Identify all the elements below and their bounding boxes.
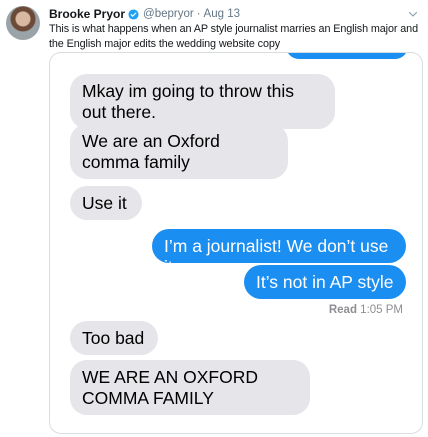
display-name[interactable]: Brooke Pryor [49, 7, 125, 21]
chevron-down-icon[interactable] [407, 8, 419, 20]
verified-badge-icon [128, 8, 139, 20]
message-bubble-received: Use it [70, 186, 142, 220]
read-time: 1:05 PM [360, 304, 403, 316]
message-bubble-received: Too bad [70, 321, 158, 355]
message-bubble-received: We are an Oxford comma family [70, 124, 288, 179]
tweet-image[interactable]: Mkay im going to throw this out there. W… [49, 52, 423, 434]
user-handle[interactable]: @bepryor [143, 8, 194, 20]
tweet-text: This is what happens when an AP style jo… [49, 23, 418, 50]
tweet-date[interactable]: Aug 13 [204, 8, 240, 20]
message-bubble-sent: I’m a journalist! We don’t use it [152, 229, 406, 277]
message-bubble-received: Mkay im going to throw this out there. [70, 74, 335, 129]
tweet-header: Brooke Pryor @bepryor · Aug 13 [49, 7, 240, 21]
avatar[interactable] [6, 6, 40, 40]
cropped-sent-bubble [286, 53, 408, 59]
read-receipt: Read 1:05 PM [329, 304, 403, 316]
message-bubble-sent: It’s not in AP style [244, 265, 406, 299]
tweet: Brooke Pryor @bepryor · Aug 13 This is w… [0, 0, 428, 437]
read-label: Read [328, 304, 357, 316]
message-bubble-received: WE ARE AN OXFORD COMMA FAMILY [70, 360, 310, 415]
separator-dot: · [196, 8, 201, 20]
